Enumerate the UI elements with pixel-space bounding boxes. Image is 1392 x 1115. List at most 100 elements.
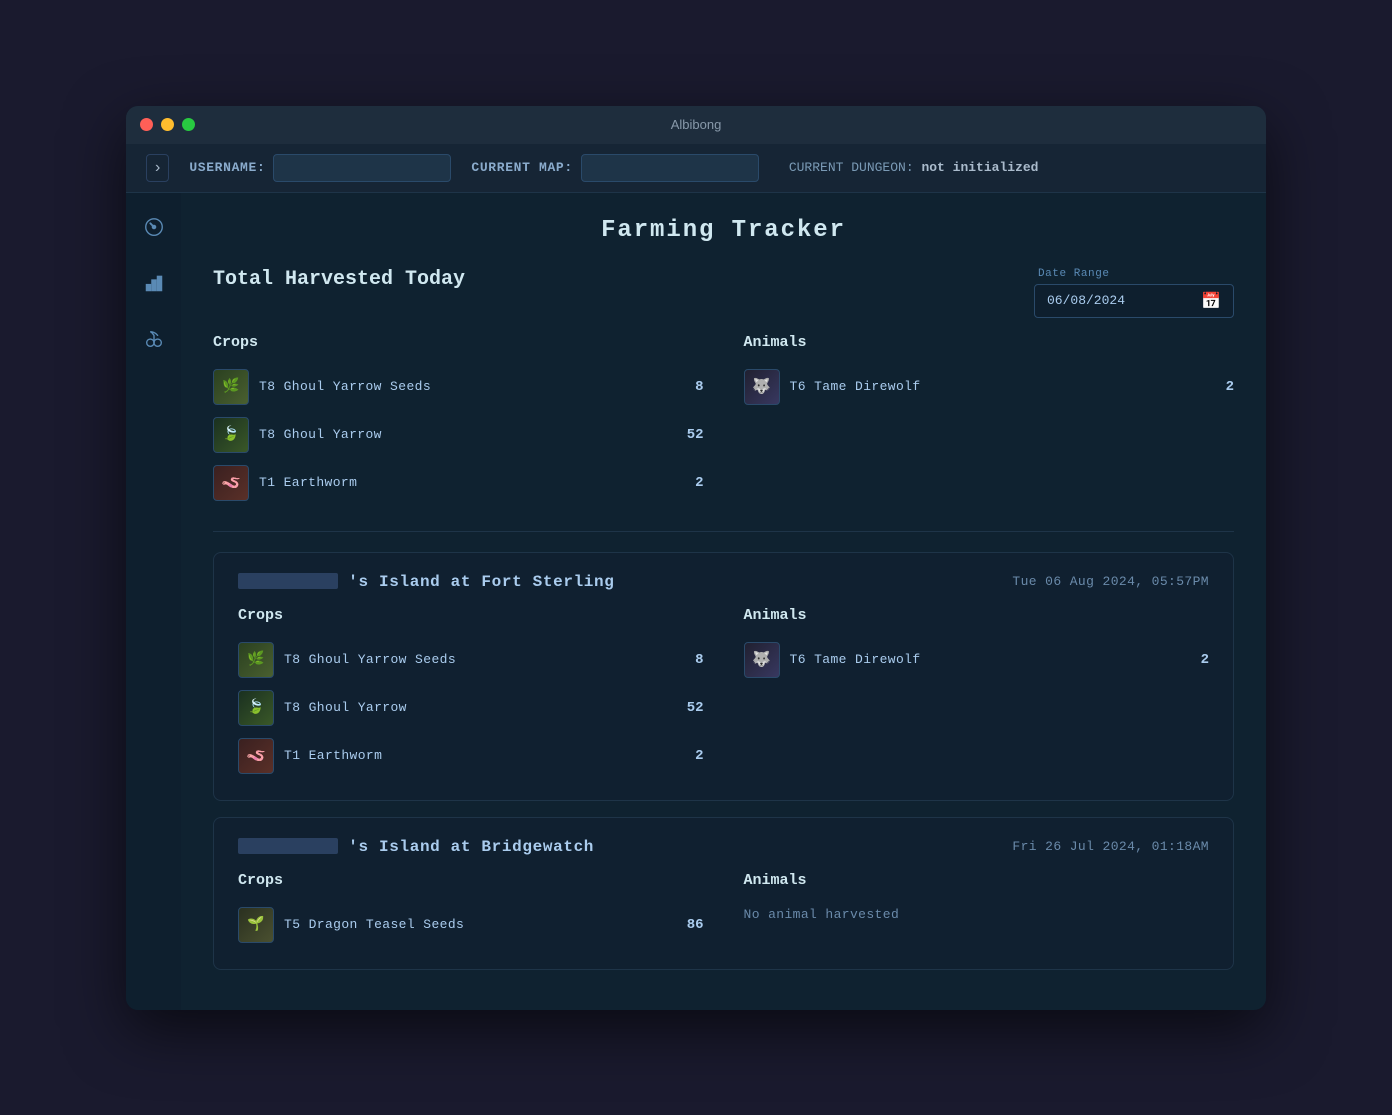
- title-bar: Albibong: [126, 106, 1266, 144]
- session-crops-column: Crops 🌱 T5 Dragon Teasel Seeds 86: [238, 872, 704, 949]
- crops-title: Crops: [213, 334, 704, 351]
- session-columns: Crops 🌿 T8 Ghoul Yarrow Seeds 8 🍃 T8 Gho…: [238, 607, 1209, 780]
- date-range-input[interactable]: 06/08/2024 📅: [1034, 284, 1234, 318]
- current-dungeon-value: not initialized: [921, 160, 1038, 175]
- list-item: 🍃 T8 Ghoul Yarrow 52: [213, 411, 704, 459]
- calendar-icon[interactable]: 📅: [1201, 291, 1221, 311]
- content-area: Farming Tracker Total Harvested Today Da…: [181, 193, 1266, 1010]
- window-controls: [140, 118, 195, 131]
- close-button[interactable]: [140, 118, 153, 131]
- session-timestamp: Tue 06 Aug 2024, 05:57PM: [1012, 574, 1209, 589]
- total-crops-column: Crops 🌿 T8 Ghoul Yarrow Seeds 8 🍃 T8 Gho…: [213, 334, 704, 507]
- dragon-teasel-icon: 🌱: [238, 907, 274, 943]
- sidebar-item-stats[interactable]: [136, 265, 172, 301]
- date-range-label: Date Range: [1034, 268, 1110, 280]
- window-title: Albibong: [671, 117, 722, 132]
- session-animals-column: Animals No animal harvested: [744, 872, 1210, 949]
- session-card-bridgewatch: 's Island at Bridgewatch Fri 26 Jul 2024…: [213, 817, 1234, 970]
- session-timestamp: Fri 26 Jul 2024, 01:18AM: [1012, 839, 1209, 854]
- date-range-container: Date Range 06/08/2024 📅: [1034, 268, 1234, 318]
- session-title-redacted: [238, 838, 338, 854]
- item-count: 8: [674, 652, 704, 668]
- direwolf-icon: 🐺: [744, 642, 780, 678]
- list-item: 🌱 T5 Dragon Teasel Seeds 86: [238, 901, 704, 949]
- session-title: 's Island at Bridgewatch: [238, 838, 594, 856]
- item-name: T6 Tame Direwolf: [790, 379, 1195, 394]
- item-count: 2: [1204, 379, 1234, 395]
- no-animal-text: No animal harvested: [744, 901, 1210, 928]
- current-dungeon-label: CURRENT DUNGEON:: [789, 160, 914, 175]
- yarrow-seeds-icon: 🌿: [238, 642, 274, 678]
- list-item: 🌿 T8 Ghoul Yarrow Seeds 8: [238, 636, 704, 684]
- divider: [213, 531, 1234, 532]
- current-map-field: CURRENT MAP:: [471, 154, 758, 182]
- total-crops-list: 🌿 T8 Ghoul Yarrow Seeds 8 🍃 T8 Ghoul Yar…: [213, 363, 704, 507]
- total-animals-column: Animals 🐺 T6 Tame Direwolf 2: [744, 334, 1235, 507]
- item-count: 2: [674, 748, 704, 764]
- list-item: 🪱 T1 Earthworm 2: [238, 732, 704, 780]
- yarrow-icon: 🍃: [238, 690, 274, 726]
- item-count: 8: [674, 379, 704, 395]
- crops-title: Crops: [238, 607, 704, 624]
- current-dungeon-field: CURRENT DUNGEON: not initialized: [789, 160, 1039, 175]
- main-layout: Farming Tracker Total Harvested Today Da…: [126, 193, 1266, 1010]
- item-name: T8 Ghoul Yarrow: [284, 700, 664, 715]
- username-field: USERNAME:: [189, 154, 451, 182]
- item-name: T1 Earthworm: [259, 475, 664, 490]
- menu-toggle-button[interactable]: ›: [146, 154, 169, 182]
- maximize-button[interactable]: [182, 118, 195, 131]
- username-input[interactable]: [273, 154, 451, 182]
- session-crops-column: Crops 🌿 T8 Ghoul Yarrow Seeds 8 🍃 T8 Gho…: [238, 607, 704, 780]
- username-label: USERNAME:: [189, 160, 265, 175]
- item-count: 2: [1179, 652, 1209, 668]
- item-name: T8 Ghoul Yarrow: [259, 427, 664, 442]
- sidebar: [126, 193, 181, 1010]
- farming-icon: [143, 328, 165, 350]
- item-name: T1 Earthworm: [284, 748, 664, 763]
- session-title: 's Island at Fort Sterling: [238, 573, 615, 591]
- header-bar: › USERNAME: CURRENT MAP: CURRENT DUNGEON…: [126, 144, 1266, 193]
- animals-title: Animals: [744, 872, 1210, 889]
- total-animals-list: 🐺 T6 Tame Direwolf 2: [744, 363, 1235, 411]
- session-title-main: 's Island at Bridgewatch: [348, 838, 594, 856]
- list-item: 🍃 T8 Ghoul Yarrow 52: [238, 684, 704, 732]
- session-header: 's Island at Bridgewatch Fri 26 Jul 2024…: [238, 838, 1209, 856]
- animals-title: Animals: [744, 334, 1235, 351]
- list-item: 🐺 T6 Tame Direwolf 2: [744, 363, 1235, 411]
- yarrow-seeds-icon: 🌿: [213, 369, 249, 405]
- item-count: 2: [674, 475, 704, 491]
- main-window: Albibong › USERNAME: CURRENT MAP: CURREN…: [126, 106, 1266, 1010]
- session-title-main: 's Island at Fort Sterling: [348, 573, 614, 591]
- item-name: T5 Dragon Teasel Seeds: [284, 917, 664, 932]
- total-harvested-title: Total Harvested Today: [213, 268, 465, 291]
- sidebar-item-farming[interactable]: [136, 321, 172, 357]
- direwolf-icon: 🐺: [744, 369, 780, 405]
- session-crops-list: 🌱 T5 Dragon Teasel Seeds 86: [238, 901, 704, 949]
- session-animals-list: No animal harvested: [744, 901, 1210, 928]
- total-harvested-header: Total Harvested Today Date Range 06/08/2…: [213, 268, 1234, 318]
- item-count: 52: [674, 700, 704, 716]
- gauge-icon: [143, 216, 165, 238]
- current-map-input[interactable]: [581, 154, 759, 182]
- animals-title: Animals: [744, 607, 1210, 624]
- item-name: T8 Ghoul Yarrow Seeds: [259, 379, 664, 394]
- sidebar-item-dashboard[interactable]: [136, 209, 172, 245]
- list-item: 🌿 T8 Ghoul Yarrow Seeds 8: [213, 363, 704, 411]
- crops-title: Crops: [238, 872, 704, 889]
- list-item: 🪱 T1 Earthworm 2: [213, 459, 704, 507]
- bar-chart-icon: [143, 272, 165, 294]
- minimize-button[interactable]: [161, 118, 174, 131]
- session-card-fort-sterling: 's Island at Fort Sterling Tue 06 Aug 20…: [213, 552, 1234, 801]
- session-columns: Crops 🌱 T5 Dragon Teasel Seeds 86 Animal…: [238, 872, 1209, 949]
- session-header: 's Island at Fort Sterling Tue 06 Aug 20…: [238, 573, 1209, 591]
- session-crops-list: 🌿 T8 Ghoul Yarrow Seeds 8 🍃 T8 Ghoul Yar…: [238, 636, 704, 780]
- session-animals-column: Animals 🐺 T6 Tame Direwolf 2: [744, 607, 1210, 780]
- total-harvested-section: Total Harvested Today Date Range 06/08/2…: [213, 268, 1234, 507]
- earthworm-icon: 🪱: [213, 465, 249, 501]
- total-harvested-columns: Crops 🌿 T8 Ghoul Yarrow Seeds 8 🍃 T8 Gho…: [213, 334, 1234, 507]
- list-item: 🐺 T6 Tame Direwolf 2: [744, 636, 1210, 684]
- earthworm-icon: 🪱: [238, 738, 274, 774]
- current-map-label: CURRENT MAP:: [471, 160, 572, 175]
- page-title: Farming Tracker: [213, 217, 1234, 244]
- item-name: T6 Tame Direwolf: [790, 652, 1170, 667]
